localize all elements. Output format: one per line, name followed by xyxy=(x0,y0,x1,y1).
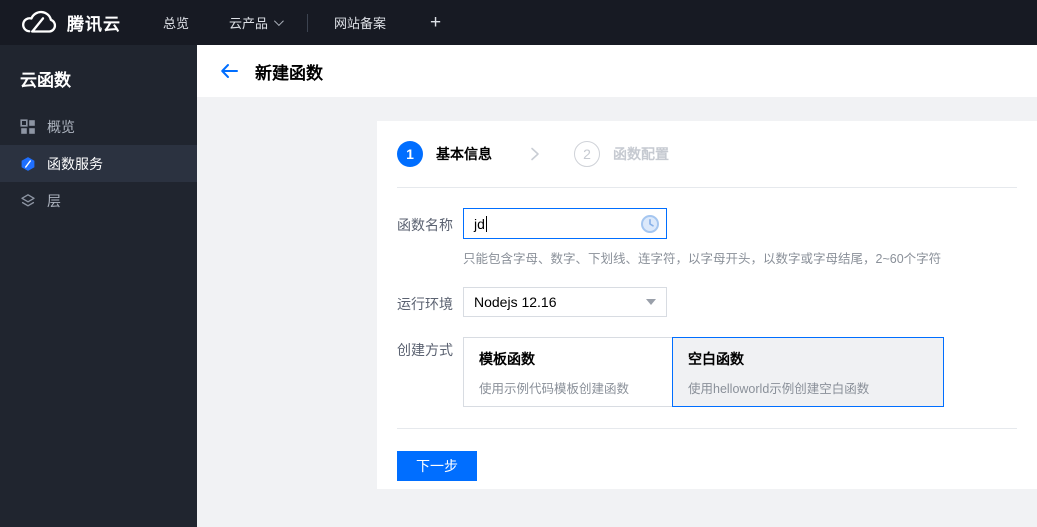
layers-icon xyxy=(21,193,35,206)
page-title: 新建函数 xyxy=(255,63,323,83)
brand-name: 腾讯云 xyxy=(67,15,121,34)
runtime-label: 运行环境 xyxy=(397,296,453,312)
step-chevron-icon xyxy=(530,147,540,161)
page-header: 新建函数 xyxy=(197,45,1037,97)
method-card-desc: 使用helloworld示例创建空白函数 xyxy=(688,382,870,396)
clock-icon xyxy=(641,215,659,233)
runtime-selected-value: Nodejs 12.16 xyxy=(474,294,557,310)
method-card-title: 空白函数 xyxy=(688,351,744,367)
function-name-label: 函数名称 xyxy=(397,217,453,233)
method-card-template-function[interactable]: 模板函数 使用示例代码模板创建函数 xyxy=(463,337,673,407)
function-name-input[interactable]: jd xyxy=(463,208,667,239)
runtime-select[interactable]: Nodejs 12.16 xyxy=(463,287,667,317)
brand[interactable]: 腾讯云 xyxy=(18,9,121,36)
text-cursor xyxy=(485,215,487,232)
method-card-desc: 使用示例代码模板创建函数 xyxy=(479,382,630,396)
nav-item-products-label: 云产品 xyxy=(229,16,269,31)
nav-item-overview[interactable]: 总览 xyxy=(143,13,209,32)
content-area: 1 基本信息 2 函数配置 函数名称 jd 只能包含字母、数字、下划线、连字符，… xyxy=(197,97,1037,527)
step-1-circle: 1 xyxy=(397,141,423,167)
sidebar-item-function-service[interactable]: 函数服务 xyxy=(0,145,197,182)
tencent-cloud-logo-icon xyxy=(22,10,57,33)
select-caret-icon xyxy=(646,299,656,305)
divider xyxy=(397,428,1017,429)
sidebar-item-label: 层 xyxy=(47,192,61,209)
function-name-row: 函数名称 jd 只能包含字母、数字、下划线、连字符，以字母开头，以数字或字母结尾… xyxy=(397,208,1017,267)
main-area: 新建函数 1 基本信息 2 函数配置 函数名称 jd 只能包含字母、数字、下划线… xyxy=(197,45,1037,527)
topnav-menu: 总览 云产品 网站备案 + xyxy=(143,12,465,34)
runtime-row: 运行环境 Nodejs 12.16 xyxy=(397,287,1017,317)
add-tab-button[interactable]: + xyxy=(406,12,465,34)
top-nav: 腾讯云 总览 云产品 网站备案 + xyxy=(0,0,1037,45)
scf-hexagon-icon xyxy=(21,156,35,171)
sidebar-title: 云函数 xyxy=(20,71,71,90)
sidebar: 云函数 概览 函数服务 层 xyxy=(0,45,197,527)
wizard-steps: 1 基本信息 2 函数配置 xyxy=(397,141,1017,188)
nav-item-products[interactable]: 云产品 xyxy=(209,13,301,32)
tencent-cloud-console: 腾讯云 总览 云产品 网站备案 + 云函数 概览 函数服务 层 新建函数 1 基… xyxy=(0,0,1037,527)
creation-method-row: 创建方式 模板函数 使用示例代码模板创建函数 空白函数 使用helloworld… xyxy=(397,337,1017,407)
back-arrow-button[interactable] xyxy=(219,61,239,81)
chevron-down-icon xyxy=(273,16,284,27)
function-name-value: jd xyxy=(474,215,485,232)
grid-icon xyxy=(20,118,35,134)
step-2-circle: 2 xyxy=(574,141,600,167)
method-card-title: 模板函数 xyxy=(479,351,535,367)
sidebar-item-overview[interactable]: 概览 xyxy=(0,108,197,145)
step-1-label: 基本信息 xyxy=(436,146,492,162)
next-step-button[interactable]: 下一步 xyxy=(397,451,477,481)
step-2-label: 函数配置 xyxy=(613,146,669,162)
function-name-help: 只能包含字母、数字、下划线、连字符，以字母开头，以数字或字母结尾，2~60个字符 xyxy=(463,252,942,266)
create-function-card: 1 基本信息 2 函数配置 函数名称 jd 只能包含字母、数字、下划线、连字符，… xyxy=(377,121,1037,489)
method-card-blank-function[interactable]: 空白函数 使用helloworld示例创建空白函数 xyxy=(672,337,944,407)
arrow-left-icon xyxy=(221,64,238,78)
sidebar-item-label: 函数服务 xyxy=(47,155,103,172)
sidebar-item-label: 概览 xyxy=(47,118,75,135)
nav-divider xyxy=(307,13,309,32)
nav-item-icp[interactable]: 网站备案 xyxy=(314,13,406,32)
sidebar-item-layers[interactable]: 层 xyxy=(0,182,197,219)
creation-method-label: 创建方式 xyxy=(397,342,453,358)
